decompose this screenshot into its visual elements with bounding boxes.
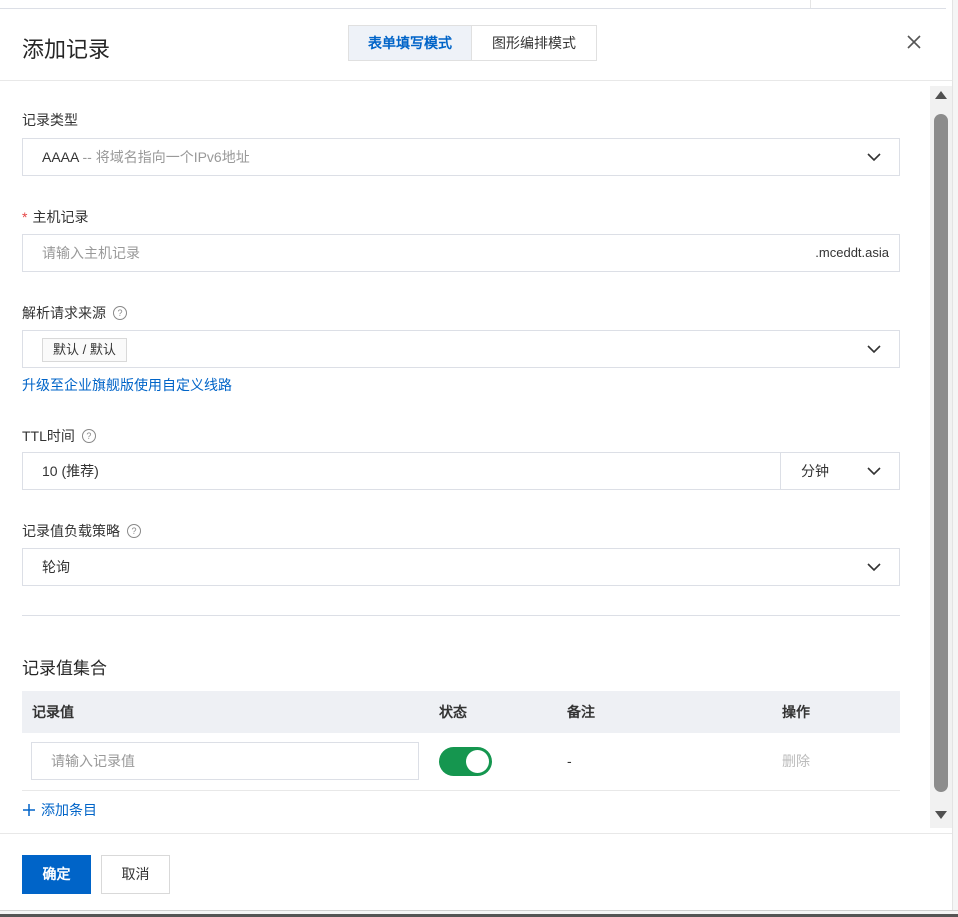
chevron-down-icon (867, 345, 881, 354)
delete-button[interactable]: 删除 (782, 733, 810, 790)
window-edge-right (952, 0, 958, 916)
confirm-button[interactable]: 确定 (22, 855, 91, 894)
resolution-source-label: 解析请求来源 ? (22, 303, 127, 323)
record-type-label-text: 记录类型 (22, 112, 78, 128)
required-mark: * (22, 209, 28, 225)
host-record-label-text: 主机记录 (32, 209, 89, 225)
mode-switch: 表单填写模式 图形编排模式 (348, 25, 597, 61)
ttl-label: TTL时间 ? (22, 426, 96, 446)
top-divider (0, 8, 946, 9)
window-edge-bottom (0, 910, 958, 917)
table-header: 记录值 状态 备注 操作 (22, 691, 900, 733)
record-set-title: 记录值集合 (22, 659, 107, 678)
top-separator (810, 0, 811, 8)
section-divider (22, 615, 900, 616)
resolution-source-select[interactable]: 默认 / 默认 (22, 330, 900, 368)
dialog-footer: 确定 取消 (0, 833, 952, 911)
tab-graphic-mode[interactable]: 图形编排模式 (471, 26, 596, 60)
chevron-down-icon (867, 563, 881, 572)
load-strategy-label-text: 记录值负载策略 (22, 523, 120, 539)
dialog-title: 添加记录 (22, 37, 111, 62)
upgrade-link[interactable]: 升级至企业旗舰版使用自定义线路 (22, 375, 232, 395)
tab-form-mode[interactable]: 表单填写模式 (349, 26, 471, 60)
ttl-label-text: TTL时间 (22, 428, 75, 444)
host-record-placeholder: 请输入主机记录 (42, 245, 140, 261)
close-icon[interactable] (902, 30, 926, 54)
ttl-unit[interactable]: 分钟 (801, 453, 829, 489)
host-record-label: * 主机记录 (22, 207, 88, 227)
top-strip (0, 0, 958, 10)
plus-icon (23, 804, 35, 816)
ttl-divider (780, 453, 781, 489)
cancel-button[interactable]: 取消 (101, 855, 170, 894)
chevron-down-icon (867, 153, 881, 162)
chevron-down-icon (867, 467, 881, 476)
record-type-label: 记录类型 (22, 110, 78, 130)
help-icon[interactable]: ? (127, 524, 141, 538)
load-strategy-label: 记录值负载策略 ? (22, 521, 141, 541)
column-header-value: 记录值 (32, 704, 74, 720)
host-record-input[interactable]: 请输入主机记录 .mceddt.asia (22, 234, 900, 272)
resolution-source-tag: 默认 / 默认 (42, 338, 127, 362)
record-type-select[interactable]: AAAA -- 将域名指向一个IPv6地址 (22, 138, 900, 176)
table-row: 请输入记录值 - 删除 (22, 733, 900, 791)
remark-cell: - (567, 753, 572, 769)
record-value-input[interactable]: 请输入记录值 (31, 742, 419, 780)
help-icon[interactable]: ? (113, 306, 127, 320)
record-type-value-wrap: AAAA -- 将域名指向一个IPv6地址 (42, 139, 250, 175)
resolution-source-label-text: 解析请求来源 (22, 305, 106, 321)
scrollbar-thumb[interactable] (934, 114, 948, 792)
load-strategy-select[interactable]: 轮询 (22, 548, 900, 586)
add-item-button[interactable]: 添加条目 (22, 800, 97, 820)
column-header-action: 操作 (782, 704, 810, 720)
record-type-value: AAAA (42, 149, 79, 165)
column-header-status: 状态 (439, 704, 467, 720)
ttl-value: 10 (推荐) (42, 463, 99, 479)
toggle-knob (466, 750, 489, 773)
column-header-remark: 备注 (567, 704, 595, 720)
ttl-select[interactable]: 10 (推荐) 分钟 (22, 452, 900, 490)
help-icon[interactable]: ? (81, 429, 96, 443)
status-toggle[interactable] (439, 747, 492, 776)
record-type-description: -- 将域名指向一个IPv6地址 (82, 149, 250, 165)
scroll-down-arrow-icon[interactable] (935, 811, 947, 819)
record-value-placeholder: 请输入记录值 (51, 753, 135, 769)
scroll-up-arrow-icon[interactable] (935, 91, 947, 99)
load-strategy-value: 轮询 (42, 559, 70, 575)
domain-suffix: .mceddt.asia (815, 245, 889, 260)
dialog-header: 添加记录 表单填写模式 图形编排模式 (0, 10, 952, 81)
add-item-label: 添加条目 (41, 802, 97, 818)
